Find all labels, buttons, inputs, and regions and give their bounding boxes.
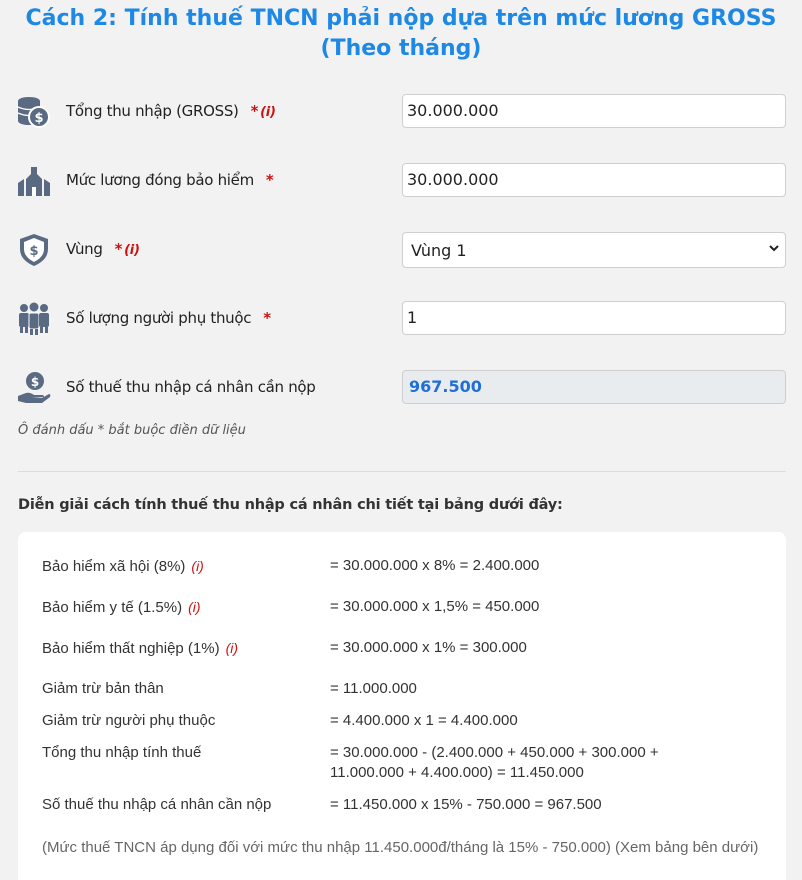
breakdown-label-text: Bảo hiểm xã hội (8%)	[42, 558, 186, 575]
unemployment-insurance-info-link[interactable]: (i)	[226, 640, 238, 656]
insurance-salary-row: Mức lương đóng bảo hiểm * 30.000.000	[16, 163, 786, 203]
page-title: Cách 2: Tính thuế TNCN phải nộp dựa trên…	[0, 4, 802, 64]
breakdown-label: Tổng thu nhập tính thuế	[42, 744, 202, 761]
dependents-required-mark: *	[263, 309, 271, 327]
breakdown-label: Số thuế thu nhập cá nhân cần nộp	[42, 796, 272, 813]
building-icon	[18, 167, 50, 196]
insurance-salary-label-text: Mức lương đóng bảo hiểm	[66, 171, 254, 189]
tax-due-row: $ Số thuế thu nhập cá nhân cần nộp 967.5…	[16, 370, 786, 410]
page-title-line2: (Theo tháng)	[320, 36, 482, 61]
breakdown-label: Bảo hiểm xã hội (8%) (i)	[42, 556, 322, 577]
dependents-row: Số lượng người phụ thuộc * 1	[16, 301, 786, 341]
breakdown-label: Giảm trừ bản thân	[42, 680, 164, 697]
breakdown-value: = 11.000.000	[330, 680, 417, 697]
region-row: $ Vùng * (i) Vùng 1	[16, 232, 786, 272]
shield-dollar-icon: $	[20, 234, 48, 266]
gross-required-mark: *	[250, 102, 259, 120]
tax-due-output: 967.500	[402, 370, 786, 404]
region-label-text: Vùng	[66, 240, 103, 258]
region-info-link[interactable]: (i)	[124, 243, 140, 258]
breakdown-value-line2: 11.000.000 + 4.400.000) = 11.450.000	[330, 764, 584, 781]
breakdown-label: Giảm trừ người phụ thuộc	[42, 712, 216, 729]
breakdown-panel: Bảo hiểm xã hội (8%) (i) = 30.000.000 x 8…	[18, 532, 786, 880]
breakdown-label: Bảo hiểm thất nghiệp (1%) (i)	[42, 638, 322, 659]
insurance-salary-input[interactable]: 30.000.000	[402, 163, 786, 197]
gross-label: Tổng thu nhập (GROSS) * (i)	[66, 102, 276, 120]
region-select-value: Vùng 1	[411, 240, 467, 260]
breakdown-value: = 4.400.000 x 1 = 4.400.000	[330, 712, 518, 729]
tax-due-label: Số thuế thu nhập cá nhân cần nộp	[66, 378, 316, 396]
insurance-salary-label: Mức lương đóng bảo hiểm *	[66, 171, 274, 189]
insurance-salary-required-mark: *	[265, 171, 274, 189]
hand-dollar-icon: $	[18, 372, 51, 403]
dependents-label-text: Số lượng người phụ thuộc	[66, 309, 252, 327]
gross-info-link[interactable]: (i)	[260, 105, 276, 120]
breakdown-value: = 11.450.000 x 15% - 750.000 = 967.500	[330, 796, 602, 813]
health-insurance-info-link[interactable]: (i)	[188, 599, 200, 615]
svg-text:$: $	[34, 111, 43, 126]
tax-rate-footnote: (Mức thuế TNCN áp dụng đối với mức thu n…	[42, 839, 759, 856]
region-label: Vùng * (i)	[66, 240, 140, 258]
breakdown-label-text: Bảo hiểm thất nghiệp (1%)	[42, 640, 220, 657]
section-divider	[18, 471, 786, 472]
dependents-input[interactable]: 1	[402, 301, 786, 335]
chevron-down-icon	[769, 245, 779, 252]
region-required-mark: *	[114, 240, 123, 258]
coins-icon: $	[17, 97, 50, 128]
svg-text:$: $	[31, 375, 39, 389]
gross-label-text: Tổng thu nhập (GROSS)	[66, 102, 239, 120]
breakdown-value: = 30.000.000 x 1% = 300.000	[330, 639, 527, 656]
breakdown-value: = 30.000.000 x 8% = 2.400.000	[330, 557, 540, 574]
required-note: Ô đánh dấu * bắt buộc điền dữ liệu	[18, 423, 246, 438]
region-select[interactable]: Vùng 1	[402, 232, 786, 268]
gross-input[interactable]: 30.000.000	[402, 94, 786, 128]
breakdown-label: Bảo hiểm y tế (1.5%) (i)	[42, 597, 322, 618]
breakdown-value: = 30.000.000 x 1,5% = 450.000	[330, 598, 540, 615]
dependents-label: Số lượng người phụ thuộc *	[66, 309, 271, 327]
people-icon	[19, 302, 49, 335]
social-insurance-info-link[interactable]: (i)	[191, 558, 203, 574]
breakdown-value: = 30.000.000 - (2.400.000 + 450.000 + 30…	[330, 743, 730, 783]
svg-text:$: $	[29, 244, 38, 259]
page-title-line1: Cách 2: Tính thuế TNCN phải nộp dựa trên…	[25, 6, 777, 31]
breakdown-label-text: Bảo hiểm y tế (1.5%)	[42, 599, 183, 616]
breakdown-value-line1: = 30.000.000 - (2.400.000 + 450.000 + 30…	[330, 744, 659, 761]
explain-heading: Diễn giải cách tính thuế thu nhập cá nhâ…	[18, 497, 563, 513]
gross-row: $ Tổng thu nhập (GROSS) * (i) 30.000.000	[16, 94, 786, 134]
